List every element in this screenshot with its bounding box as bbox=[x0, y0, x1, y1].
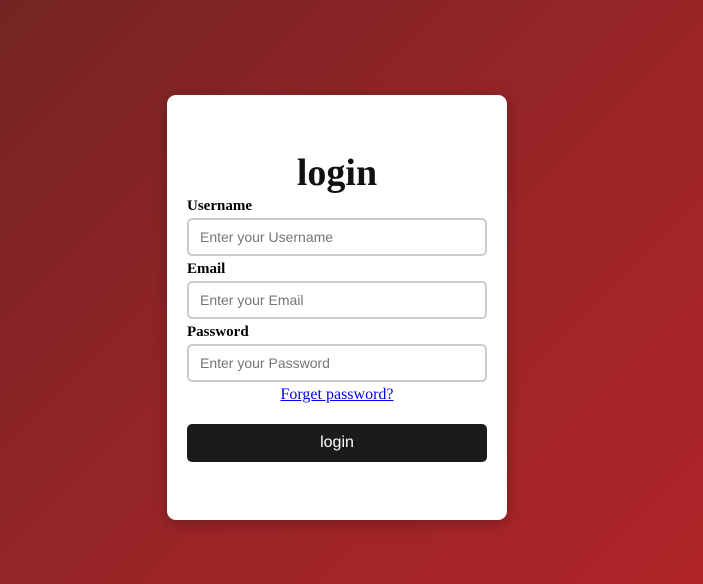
email-label: Email bbox=[187, 261, 226, 277]
forgot-password-link[interactable]: Forget password? bbox=[187, 386, 487, 404]
username-input[interactable] bbox=[187, 218, 487, 256]
username-label: Username bbox=[187, 198, 252, 214]
password-input[interactable] bbox=[187, 344, 487, 382]
password-label: Password bbox=[187, 324, 249, 340]
login-button[interactable]: login bbox=[187, 424, 487, 462]
login-card: login Username Email Password Forget pas… bbox=[167, 95, 507, 520]
page-title: login bbox=[296, 152, 378, 194]
email-input[interactable] bbox=[187, 281, 487, 319]
